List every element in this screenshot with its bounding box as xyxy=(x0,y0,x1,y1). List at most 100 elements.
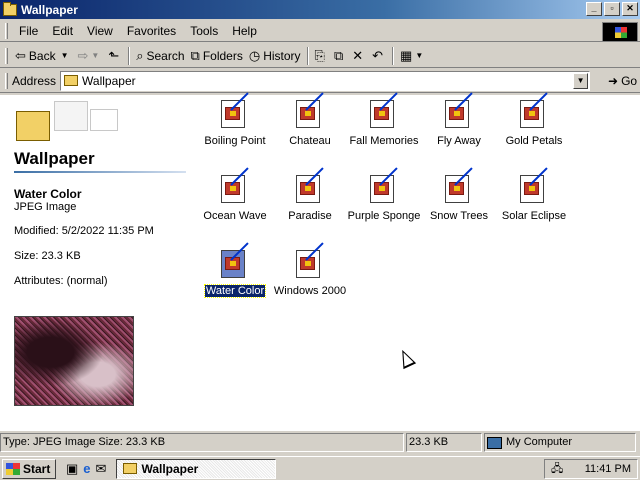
image-file-icon xyxy=(443,92,475,130)
file-label: Windows 2000 xyxy=(273,285,347,297)
status-bar: Type: JPEG Image Size: 23.3 KB 23.3 KB M… xyxy=(0,433,640,454)
window-controls: _ ▫ ✕ xyxy=(584,2,638,16)
internet-explorer-icon[interactable]: e xyxy=(83,461,90,476)
windows-logo-icon xyxy=(602,22,638,42)
image-file-icon xyxy=(518,92,550,130)
taskbar-task-wallpaper[interactable]: Wallpaper xyxy=(116,458,277,479)
menu-help[interactable]: Help xyxy=(225,24,264,38)
menu-grip[interactable] xyxy=(5,23,8,39)
start-button[interactable]: Start xyxy=(2,458,56,479)
image-file-icon xyxy=(294,92,326,130)
file-icon-item[interactable]: Fall Memories xyxy=(346,92,422,147)
file-attributes: Attributes: (normal) xyxy=(14,275,108,287)
menu-favorites[interactable]: Favorites xyxy=(120,24,183,38)
move-to-button[interactable]: ⎘ xyxy=(312,45,331,67)
search-button[interactable]: ⌕ Search xyxy=(133,45,187,67)
image-file-icon xyxy=(518,167,550,205)
mouse-cursor-icon xyxy=(395,346,417,370)
delete-button[interactable]: ✕ xyxy=(349,45,369,67)
forward-button[interactable]: ⇨ ▼ xyxy=(75,45,106,67)
back-button[interactable]: ⇦ Back ▼ xyxy=(12,45,75,67)
file-icon-item[interactable]: Boiling Point xyxy=(197,92,273,147)
menu-edit[interactable]: Edit xyxy=(45,24,80,38)
computer-icon xyxy=(487,436,502,449)
history-label: History xyxy=(263,48,301,63)
views-dropdown-icon: ▼ xyxy=(415,51,424,60)
network-icon[interactable]: 🖧 xyxy=(551,460,563,479)
modified-date: Modified: 5/2/2022 11:35 PM xyxy=(14,225,154,237)
image-file-icon xyxy=(219,242,251,280)
status-info: Type: JPEG Image Size: 23.3 KB xyxy=(0,433,404,452)
back-arrow-icon: ⇦ xyxy=(15,47,26,63)
views-button[interactable]: ▦ ▼ xyxy=(397,45,429,67)
file-icon-item[interactable]: Purple Sponge xyxy=(346,167,422,222)
folder-icon xyxy=(64,75,79,86)
image-file-icon xyxy=(368,92,400,130)
go-button[interactable]: ➜ Go xyxy=(608,74,637,88)
minimize-button[interactable]: _ xyxy=(586,2,602,16)
title-bar[interactable]: Wallpaper _ ▫ ✕ xyxy=(0,0,640,19)
windows-logo-icon xyxy=(6,462,20,475)
file-view[interactable]: Wallpaper Water Color JPEG Image Modifie… xyxy=(0,92,640,431)
file-label: Fall Memories xyxy=(349,135,419,147)
back-label: Back xyxy=(28,48,56,63)
file-icon-item[interactable]: Fly Away xyxy=(421,92,497,147)
up-button[interactable]: ⬑ xyxy=(105,45,125,67)
file-label: Water Color xyxy=(203,284,267,298)
image-file-icon xyxy=(294,242,326,280)
outlook-express-icon[interactable]: ✉ xyxy=(96,461,107,477)
toolbar-separator xyxy=(392,46,395,65)
system-tray: 🖧 11:41 PM xyxy=(544,459,638,479)
file-icon-item[interactable]: Solar Eclipse xyxy=(496,167,572,222)
file-icon-item[interactable]: Paradise xyxy=(272,167,348,222)
history-icon: ◷ xyxy=(248,47,261,63)
menu-file[interactable]: File xyxy=(12,24,45,38)
status-zone-label: My Computer xyxy=(506,436,573,448)
folders-button[interactable]: ⧉ Folders xyxy=(188,45,246,67)
toolbar-separator xyxy=(306,46,309,65)
toolbar-grip[interactable] xyxy=(5,47,8,64)
folder-title: Wallpaper xyxy=(14,149,95,168)
menu-view[interactable]: View xyxy=(80,24,120,38)
forward-arrow-icon: ⇨ xyxy=(77,47,89,63)
copy-to-button[interactable]: ⧉ xyxy=(331,45,349,67)
folder-icon xyxy=(123,463,138,474)
image-preview xyxy=(14,316,134,406)
title-divider xyxy=(14,171,186,173)
menu-tools[interactable]: Tools xyxy=(183,24,225,38)
show-desktop-icon[interactable]: ▣ xyxy=(66,461,78,477)
move-to-icon: ⎘ xyxy=(314,47,325,63)
quick-launch: ▣ e ✉ xyxy=(66,461,106,477)
copy-to-icon: ⧉ xyxy=(333,47,344,63)
image-file-icon xyxy=(443,167,475,205)
status-zone: My Computer xyxy=(484,433,636,452)
maximize-button[interactable]: ▫ xyxy=(604,2,620,16)
window-title: Wallpaper xyxy=(21,2,78,17)
history-button[interactable]: ◷ History xyxy=(246,45,304,67)
undo-button[interactable]: ↶ xyxy=(369,45,389,67)
address-grip[interactable] xyxy=(5,72,8,89)
file-icon-item[interactable]: Gold Petals xyxy=(496,92,572,147)
delete-icon: ✕ xyxy=(352,47,364,63)
address-dropdown-button[interactable]: ▼ xyxy=(573,72,589,89)
address-input[interactable]: Wallpaper ▼ xyxy=(60,70,591,91)
task-label: Wallpaper xyxy=(141,461,199,476)
toolbar-separator xyxy=(128,46,131,65)
address-bar: Address Wallpaper ▼ ➜ Go xyxy=(0,69,640,93)
back-dropdown-icon[interactable]: ▼ xyxy=(61,51,69,60)
file-label: Chateau xyxy=(289,135,331,147)
file-icon-item[interactable]: Water Color xyxy=(197,242,273,298)
image-file-icon xyxy=(368,167,400,205)
close-button[interactable]: ✕ xyxy=(622,2,638,16)
file-icon-item[interactable]: Windows 2000 xyxy=(272,242,348,297)
file-label: Gold Petals xyxy=(505,135,563,147)
file-icon-item[interactable]: Chateau xyxy=(272,92,348,147)
image-file-icon xyxy=(294,167,326,205)
file-icon-item[interactable]: Ocean Wave xyxy=(197,167,273,222)
file-icon-item[interactable]: Snow Trees xyxy=(421,167,497,222)
file-label: Snow Trees xyxy=(429,210,489,222)
folders-label: Folders xyxy=(202,48,243,63)
forward-dropdown-icon[interactable]: ▼ xyxy=(91,51,99,60)
standard-toolbar: ⇦ Back ▼ ⇨ ▼ ⬑ ⌕ Search ⧉ Folders ◷ History ⎘ … xyxy=(0,44,640,68)
clock[interactable]: 11:41 PM xyxy=(585,463,631,475)
